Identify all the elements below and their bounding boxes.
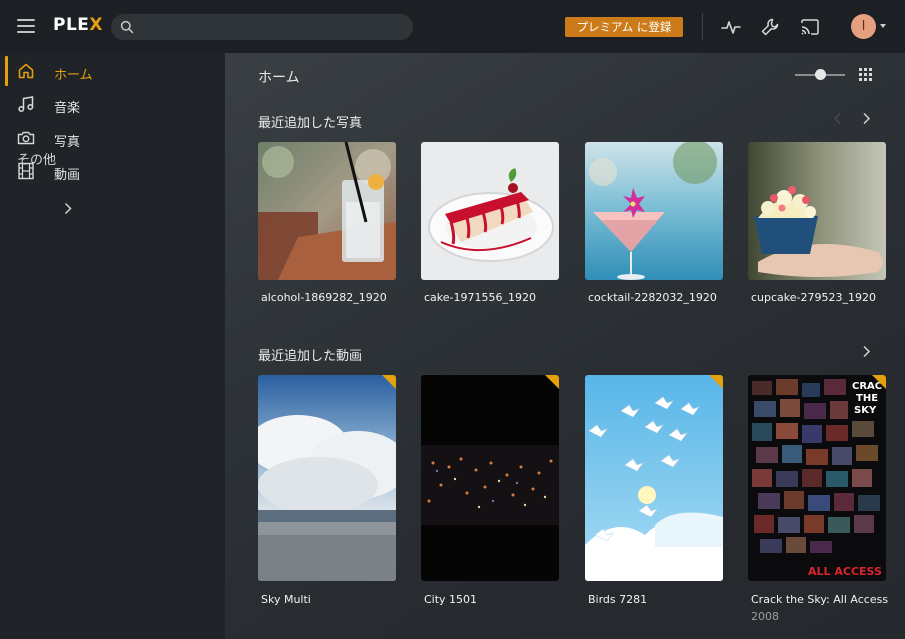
video-poster[interactable] <box>258 375 396 581</box>
divider <box>702 13 703 40</box>
photo-thumbnail[interactable] <box>421 142 559 280</box>
video-poster[interactable] <box>585 375 723 581</box>
camera-icon <box>17 131 35 145</box>
cupcake-image <box>748 142 886 280</box>
svg-text:SKY: SKY <box>854 405 877 416</box>
section-title-photos[interactable]: 最近追加した写真 <box>258 112 362 131</box>
card-title[interactable]: cocktail-2282032_1920 <box>588 291 717 304</box>
more-button[interactable]: その他 <box>17 149 56 168</box>
sidebar-item-label: 写真 <box>54 135 81 150</box>
city-image <box>421 375 559 581</box>
slider-handle[interactable] <box>815 69 826 80</box>
card-title[interactable]: cake-1971556_1920 <box>424 291 536 304</box>
avatar[interactable]: I <box>851 14 876 39</box>
section-title-videos[interactable]: 最近追加した動画 <box>258 345 362 364</box>
card-title[interactable]: Sky Multi <box>261 593 311 606</box>
unwatched-badge <box>382 375 396 389</box>
svg-text:ALL ACCESS: ALL ACCESS <box>808 565 882 578</box>
sidebar-item-label: 動画 <box>54 168 81 183</box>
photo-thumbnail[interactable] <box>748 142 886 280</box>
unwatched-badge <box>709 375 723 389</box>
chevron-down-icon[interactable] <box>880 24 886 28</box>
sky-image <box>258 375 396 581</box>
active-indicator <box>5 56 8 86</box>
concert-poster-image: CRAC THE SKY ALL ACCESS <box>748 375 886 581</box>
sidebar-item-label: ホーム <box>54 68 93 83</box>
search-input[interactable] <box>111 14 413 40</box>
sidebar-item-music[interactable]: 音楽 <box>0 88 225 120</box>
video-poster[interactable] <box>421 375 559 581</box>
cast-icon[interactable] <box>799 16 821 38</box>
sidebar-item-home[interactable]: ホーム <box>0 55 225 87</box>
card-year: 2008 <box>751 610 779 623</box>
sidebar-item-label: 音楽 <box>54 101 81 116</box>
plex-logo[interactable]: PLEX <box>53 15 103 35</box>
wrench-icon[interactable] <box>759 16 781 38</box>
unwatched-badge <box>872 375 886 389</box>
premium-button[interactable]: プレミアム に登録 <box>565 17 683 37</box>
page-title: ホーム <box>258 70 300 86</box>
birds-image <box>585 375 723 581</box>
video-poster[interactable]: CRAC THE SKY ALL ACCESS <box>748 375 886 581</box>
svg-text:THE: THE <box>856 393 878 404</box>
grid-view-icon[interactable] <box>859 68 874 83</box>
card-title[interactable]: Crack the Sky: All Access <box>751 593 888 606</box>
top-bar: PLEX プレミアム に登録 I <box>0 0 905 53</box>
chevron-left-icon[interactable] <box>833 112 842 125</box>
photo-thumbnail[interactable] <box>258 142 396 280</box>
photo-thumbnail[interactable] <box>585 142 723 280</box>
unwatched-badge <box>545 375 559 389</box>
cake-image <box>421 142 559 280</box>
card-title[interactable]: alcohol-1869282_1920 <box>261 291 387 304</box>
home-icon <box>18 63 34 79</box>
card-title[interactable]: cupcake-279523_1920 <box>751 291 876 304</box>
chevron-right-icon[interactable] <box>862 112 871 125</box>
menu-icon[interactable] <box>17 19 35 33</box>
cocktail-image <box>585 142 723 280</box>
alcohol-image <box>258 142 396 280</box>
chevron-right-icon[interactable] <box>64 202 72 215</box>
card-title[interactable]: City 1501 <box>424 593 477 606</box>
activity-icon[interactable] <box>720 16 742 38</box>
chevron-right-icon[interactable] <box>862 345 871 358</box>
search-icon <box>120 20 134 34</box>
music-icon <box>18 96 34 112</box>
card-title[interactable]: Birds 7281 <box>588 593 647 606</box>
